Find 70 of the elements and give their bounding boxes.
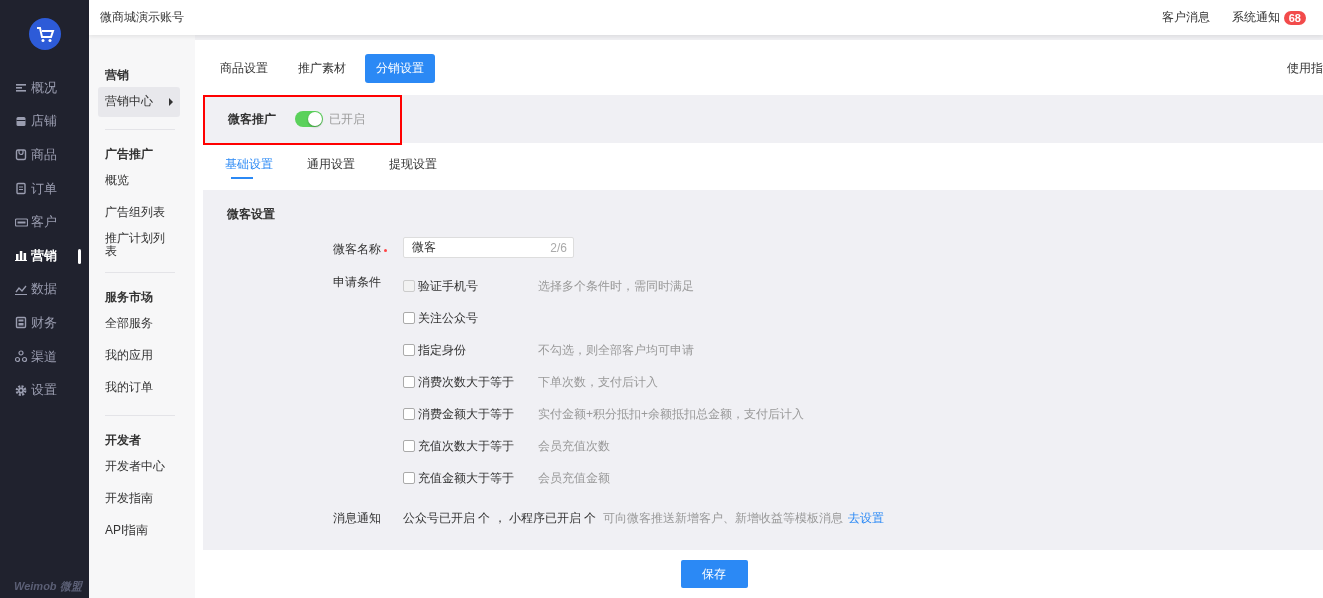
- promotion-label: 微客推广: [228, 110, 277, 128]
- checkbox[interactable]: 指定身份: [403, 341, 538, 359]
- tab[interactable]: 基础设置: [225, 153, 273, 179]
- card-icon: [15, 215, 28, 229]
- sidebar-item[interactable]: 财务: [0, 306, 89, 340]
- field-label: 申请条件: [333, 274, 381, 291]
- nav-item[interactable]: 开发者中心: [98, 452, 180, 482]
- logo-icon: [28, 18, 61, 50]
- sidebar-item[interactable]: 数据: [0, 272, 89, 307]
- nav-section-heading: 广告推广: [104, 146, 154, 163]
- account-name: 微商城演示账号: [100, 9, 184, 26]
- nav-item[interactable]: 开发指南: [98, 484, 180, 514]
- document-icon: [15, 182, 28, 196]
- hint-text: 会员充值次数: [538, 437, 610, 455]
- menu-icon: [15, 81, 28, 95]
- hint-text: 不勾选，则全部客户均可申请: [538, 341, 694, 359]
- tab[interactable]: 分销设置: [365, 54, 435, 83]
- nav-item[interactable]: 我的订单: [98, 373, 180, 403]
- hint-text: 下单次数，支付后计入: [538, 373, 658, 391]
- nav-item[interactable]: 全部服务: [98, 309, 180, 339]
- nav-item[interactable]: 概览: [98, 166, 180, 196]
- hint-text: 选择多个条件时，需同时满足: [538, 277, 694, 295]
- notification-badge: 68: [1283, 10, 1306, 25]
- checkbox[interactable]: 充值金额大于等于: [403, 469, 538, 487]
- tab[interactable]: 商品设置: [209, 54, 279, 83]
- checkbox[interactable]: 消费次数大于等于: [403, 373, 538, 391]
- tab[interactable]: 提现设置: [389, 153, 437, 179]
- hint-text: 会员充值金额: [538, 469, 610, 487]
- nav-section-heading: 开发者: [104, 432, 142, 449]
- tab[interactable]: 推广素材: [287, 54, 357, 83]
- nav-section-heading: 营销: [104, 67, 130, 84]
- settings-icon: [15, 383, 28, 397]
- network-icon: [15, 350, 28, 364]
- checkbox[interactable]: 充值次数大于等于: [403, 437, 538, 455]
- header-link[interactable]: 系统通知: [1231, 9, 1280, 26]
- sidebar-item[interactable]: 概况: [0, 71, 89, 105]
- hint-text: 实付金额+积分抵扣+余额抵扣总金额，支付后计入: [538, 405, 804, 423]
- checkbox[interactable]: 关注公众号: [403, 309, 538, 327]
- section-title: 微客设置: [227, 206, 276, 223]
- calculator-icon: [15, 316, 28, 330]
- header-link[interactable]: 客户消息: [1161, 9, 1210, 26]
- name-field[interactable]: 微客 2/6: [403, 237, 574, 258]
- notification-status: 公众号已开启 个 ， 小程序已开启 个: [403, 511, 597, 525]
- nav-item[interactable]: 营销中心: [98, 87, 180, 117]
- sidebar-item[interactable]: 营销: [0, 238, 89, 273]
- hint-text: 可向微客推送新增客户、新增收益等模板消息: [603, 511, 844, 525]
- nav-item[interactable]: 广告组列表: [98, 198, 180, 228]
- nav-item[interactable]: 我的应用: [98, 341, 180, 371]
- brand-logo: Weimob 微盟: [13, 579, 84, 594]
- bag-icon: [15, 148, 28, 162]
- guide-link[interactable]: 使用指: [1287, 60, 1323, 77]
- bar-chart-icon: [15, 249, 28, 263]
- character-counter: 2/6: [550, 240, 567, 255]
- field-label: 消息通知: [333, 510, 381, 527]
- nav-item[interactable]: API指南: [98, 516, 180, 546]
- sidebar-item[interactable]: 设置: [0, 373, 89, 407]
- save-button[interactable]: 保存: [680, 560, 748, 588]
- store-icon: [15, 114, 28, 128]
- sidebar-item[interactable]: 商品: [0, 138, 89, 172]
- toggle-status: 已开启: [329, 110, 365, 128]
- toggle-switch[interactable]: [295, 111, 323, 127]
- nav-item[interactable]: 推广计划列表: [98, 230, 180, 260]
- checkbox[interactable]: 消费金额大于等于: [403, 405, 538, 423]
- sidebar-item[interactable]: 渠道: [0, 339, 89, 374]
- sidebar-item[interactable]: 店铺: [0, 104, 89, 139]
- sidebar-item[interactable]: 客户: [0, 205, 89, 239]
- tab[interactable]: 通用设置: [307, 153, 355, 179]
- sidebar-item[interactable]: 订单: [0, 171, 89, 206]
- nav-section-heading: 服务市场: [104, 289, 154, 306]
- field-label: 微客名称: [333, 241, 381, 258]
